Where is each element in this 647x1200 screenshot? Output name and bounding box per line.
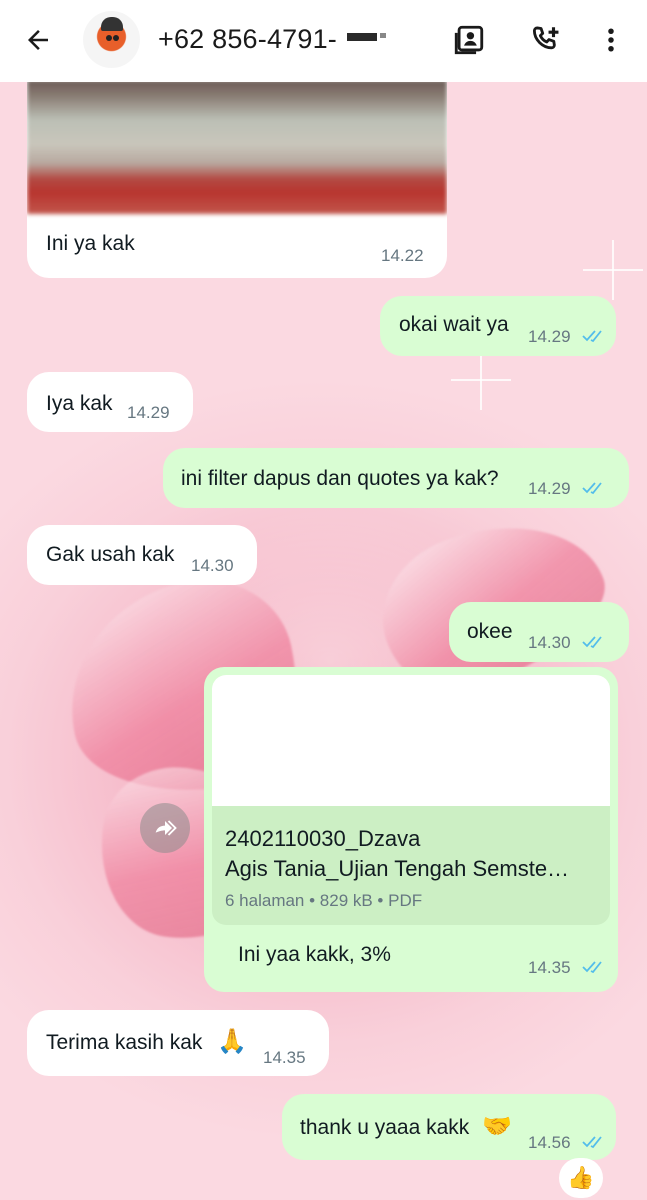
more-vertical-icon (608, 28, 614, 52)
message-text: Iya kak (46, 392, 113, 415)
read-ticks-icon (582, 1136, 602, 1149)
message-outgoing[interactable]: thank u yaaa kakk 🤝 14.56 (282, 1094, 616, 1160)
message-outgoing[interactable]: okee 14.30 (449, 602, 629, 662)
reaction-thumbs-up[interactable]: 👍 (559, 1158, 603, 1198)
forward-button[interactable] (140, 803, 190, 853)
read-ticks-icon (582, 330, 602, 343)
read-ticks-icon (582, 636, 602, 649)
add-call-button[interactable] (525, 20, 565, 60)
chat-header: +62 856-4791- (0, 0, 647, 82)
shared-photo[interactable] (27, 80, 447, 214)
message-text: okee (467, 620, 513, 643)
message-time: 14.22 (381, 246, 424, 265)
contact-card-button[interactable] (449, 20, 489, 60)
message-time: 14.35 (528, 958, 571, 977)
sparkle-decoration (451, 350, 511, 410)
message-text: ini filter dapus dan quotes ya kak? (181, 467, 499, 490)
contact-avatar[interactable] (83, 11, 140, 68)
arrow-left-icon (28, 30, 48, 50)
document-meta: 6 halaman • 829 kB • PDF (225, 891, 423, 910)
message-text: Ini ya kak (46, 232, 135, 255)
document-preview[interactable] (212, 675, 610, 806)
message-time: 14.30 (528, 633, 571, 652)
message-text: Gak usah kak (46, 543, 175, 566)
document-filename-line2: Agis Tania_Ujian Tengah Semste… (225, 856, 570, 881)
handshake-emoji: 🤝 (482, 1112, 512, 1140)
praying-hands-emoji: 🙏 (217, 1027, 247, 1055)
contact-card-icon (454, 25, 484, 55)
read-ticks-icon (582, 482, 602, 495)
message-time: 14.35 (263, 1048, 306, 1067)
message-incoming-image[interactable]: Ini ya kak 14.22 (27, 60, 447, 278)
contact-name[interactable]: +62 856-4791- (158, 24, 337, 55)
redaction-mark (380, 33, 386, 38)
message-time: 14.56 (528, 1133, 571, 1152)
message-outgoing[interactable]: okai wait ya 14.29 (380, 296, 616, 356)
add-call-icon (532, 26, 559, 50)
message-time: 14.29 (528, 479, 571, 498)
message-text: Terima kasih kak (46, 1031, 203, 1054)
message-text: okai wait ya (399, 313, 509, 336)
message-incoming[interactable]: Iya kak 14.29 (27, 372, 193, 432)
message-time: 14.29 (127, 403, 170, 422)
message-incoming[interactable]: Gak usah kak 14.30 (27, 525, 257, 585)
message-time: 14.30 (191, 556, 234, 575)
message-time: 14.29 (528, 327, 571, 346)
document-attachment[interactable]: 2402110030_Dzava Agis Tania_Ujian Tengah… (212, 675, 610, 925)
forward-icon (155, 820, 177, 836)
more-options-button[interactable] (591, 20, 631, 60)
read-ticks-icon (582, 961, 602, 974)
message-outgoing[interactable]: ini filter dapus dan quotes ya kak? 14.2… (163, 448, 629, 508)
message-text: thank u yaaa kakk (300, 1116, 470, 1139)
sparkle-decoration (583, 240, 643, 300)
message-incoming[interactable]: Terima kasih kak 🙏 14.35 (27, 1010, 329, 1076)
back-button[interactable] (20, 22, 56, 58)
message-text: Ini yaa kakk, 3% (238, 943, 391, 966)
document-filename-line1: 2402110030_Dzava (225, 826, 421, 851)
redaction-mark (347, 33, 377, 41)
